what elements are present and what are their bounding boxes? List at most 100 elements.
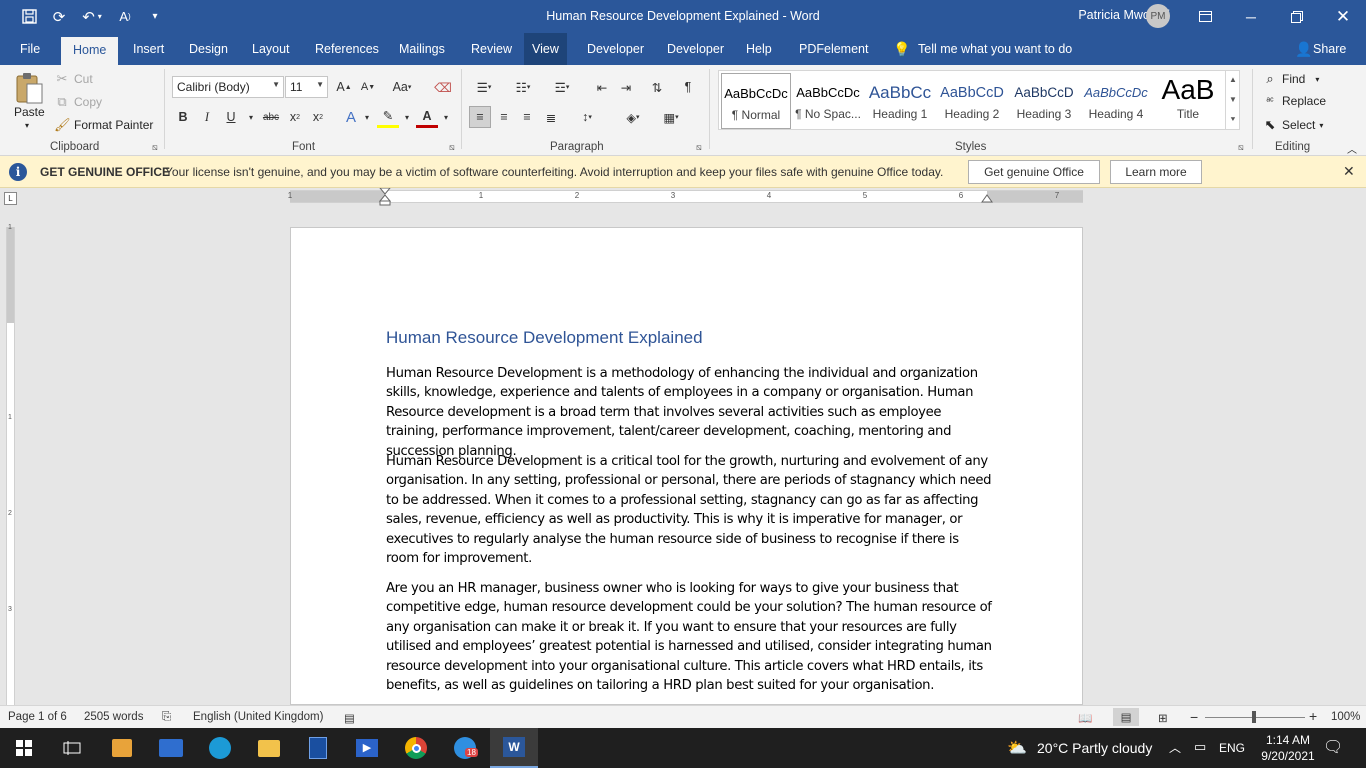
app-with-badge-icon[interactable]: 18 xyxy=(441,728,489,768)
macro-record-icon[interactable]: ▤ xyxy=(344,711,355,725)
styles-gallery-scroll[interactable]: ▲ ▼ ⯆ xyxy=(1225,70,1240,130)
strikethrough-icon[interactable]: abc xyxy=(260,106,282,128)
tab-home[interactable]: Home xyxy=(61,37,119,65)
italic-icon[interactable]: I xyxy=(196,106,218,128)
numbering-icon[interactable]: ☷ ▾ xyxy=(508,76,538,98)
clock-time[interactable]: 1:14 AM xyxy=(1260,733,1316,747)
tab-mailings[interactable]: Mailings xyxy=(397,33,447,65)
find-button[interactable]: ⌕ Find ▾ xyxy=(1262,71,1319,87)
decrease-indent-icon[interactable]: ⇤ xyxy=(591,76,613,98)
tab-view[interactable]: View xyxy=(524,33,567,65)
tell-me-search[interactable]: Tell me what you want to do xyxy=(916,33,1074,65)
chevron-down-icon[interactable]: ▾ xyxy=(396,106,418,128)
font-launcher-icon[interactable]: ⧅ xyxy=(449,142,455,153)
subscript-icon[interactable]: x2 xyxy=(284,106,306,128)
autosave-refresh-icon[interactable]: ⟳ xyxy=(44,0,74,33)
right-indent-marker-icon[interactable] xyxy=(981,194,993,203)
customize-toolbar-icon[interactable]: ▾ xyxy=(140,0,170,33)
select-button[interactable]: ⬉ Select ▾ xyxy=(1262,117,1324,133)
notifications-icon[interactable]: 🗨 xyxy=(1323,737,1343,757)
tab-insert[interactable]: Insert xyxy=(131,33,166,65)
underline-icon[interactable]: U xyxy=(220,106,242,128)
tab-references[interactable]: References xyxy=(313,33,381,65)
proofing-icon[interactable]: ⎘ xyxy=(162,711,171,724)
shading-icon[interactable]: ◈ ▾ xyxy=(618,106,648,128)
increase-indent-icon[interactable]: ⇥ xyxy=(615,76,637,98)
tab-review[interactable]: Review xyxy=(469,33,514,65)
tab-file[interactable]: File xyxy=(18,33,42,65)
chevron-down-icon[interactable]: ▾ xyxy=(356,106,378,128)
chevron-up-icon[interactable]: ︿ xyxy=(1169,739,1181,756)
underline-dropdown-icon[interactable]: ▾ xyxy=(240,106,262,128)
style-title[interactable]: AaB Title xyxy=(1153,73,1223,129)
tab-selector[interactable]: L xyxy=(4,192,17,205)
weather-icon[interactable]: ⛅ xyxy=(1003,728,1031,768)
paragraph[interactable]: Are you an HR manager, business owner wh… xyxy=(386,579,992,695)
zoom-slider-thumb[interactable] xyxy=(1252,711,1256,723)
replace-button[interactable]: ᵃᶜ Replace xyxy=(1262,94,1326,108)
change-case-icon[interactable]: Aa ▾ xyxy=(387,76,417,98)
language-status[interactable]: English (United Kingdom) xyxy=(193,711,323,723)
tab-developer[interactable]: Developer xyxy=(585,33,646,65)
style-heading-1[interactable]: AaBbCc Heading 1 xyxy=(865,73,935,129)
zoom-in-button[interactable]: + xyxy=(1309,708,1317,724)
font-size-combo[interactable]: 11 ▼ xyxy=(285,76,328,98)
sort-icon[interactable]: ⇅ xyxy=(646,76,668,98)
paste-icon[interactable] xyxy=(14,71,46,105)
format-painter-button[interactable]: 🖌 Format Painter xyxy=(54,117,153,133)
justify-icon[interactable]: ≣ xyxy=(540,106,562,128)
weather-text[interactable]: 20°C Partly cloudy xyxy=(1037,740,1152,756)
collapse-ribbon-icon[interactable]: ︿ xyxy=(1347,141,1357,156)
scroll-down-icon[interactable]: ▼ xyxy=(1229,95,1237,104)
align-center-icon[interactable]: ≡ xyxy=(493,106,515,128)
word-icon[interactable]: W xyxy=(490,728,538,768)
tab-pdfelement[interactable]: PDFelement xyxy=(797,33,870,65)
chrome-icon[interactable] xyxy=(392,728,440,768)
cut-button[interactable]: ✂ Cut xyxy=(54,71,93,87)
ribbon-display-options-icon[interactable] xyxy=(1182,0,1228,33)
task-view-icon[interactable] xyxy=(48,728,96,768)
document-page[interactable]: Human Resource Development Explained Hum… xyxy=(290,227,1083,705)
windows-start-icon[interactable] xyxy=(0,728,48,768)
show-formatting-marks-icon[interactable]: ¶ xyxy=(677,76,699,98)
style-heading-3[interactable]: AaBbCcD Heading 3 xyxy=(1009,73,1079,129)
clipboard-launcher-icon[interactable]: ⧅ xyxy=(152,142,158,153)
borders-icon[interactable]: ▦ ▾ xyxy=(656,106,686,128)
copy-button[interactable]: ⧉ Copy xyxy=(54,94,102,110)
scroll-up-icon[interactable]: ▲ xyxy=(1229,75,1237,84)
align-right-icon[interactable]: ≡ xyxy=(516,106,538,128)
tab-help[interactable]: Help xyxy=(744,33,774,65)
paragraph-launcher-icon[interactable]: ⧅ xyxy=(696,142,702,153)
tab-design[interactable]: Design xyxy=(187,33,230,65)
edge-icon[interactable] xyxy=(196,728,244,768)
page-count[interactable]: Page 1 of 6 xyxy=(8,711,67,723)
file-explorer-icon[interactable] xyxy=(245,728,293,768)
style-heading-2[interactable]: AaBbCcD Heading 2 xyxy=(937,73,1007,129)
web-layout-icon[interactable]: ⊞ xyxy=(1158,711,1168,725)
horizontal-ruler[interactable]: 1 1 2 3 4 5 6 7 xyxy=(288,188,1083,206)
paragraph[interactable]: Human Resource Development is a methodol… xyxy=(386,364,992,461)
multilevel-list-icon[interactable]: ☲ ▾ xyxy=(547,76,577,98)
font-name-combo[interactable]: Calibri (Body) ▼ xyxy=(172,76,284,98)
paste-dropdown-icon[interactable]: ▾ xyxy=(25,121,29,130)
paste-button[interactable]: Paste xyxy=(14,105,45,119)
line-spacing-icon[interactable]: ↕ ▾ xyxy=(572,106,602,128)
close-icon[interactable]: ✕ xyxy=(1343,163,1355,180)
clock-date[interactable]: 9/20/2021 xyxy=(1252,749,1324,763)
network-icon[interactable]: ▭ xyxy=(1194,739,1206,755)
restore-icon[interactable] xyxy=(1274,0,1320,33)
clear-formatting-icon[interactable]: ⌫ xyxy=(432,76,454,98)
align-left-icon[interactable]: ≡ xyxy=(469,106,491,128)
share-button[interactable]: Share xyxy=(1311,33,1348,65)
avatar[interactable]: PM xyxy=(1146,4,1170,28)
tab-layout[interactable]: Layout xyxy=(250,33,292,65)
read-mode-icon[interactable]: 📖 xyxy=(1078,711,1092,725)
style-heading-4[interactable]: AaBbCcDc Heading 4 xyxy=(1081,73,1151,129)
save-icon[interactable] xyxy=(14,0,44,33)
minimize-icon[interactable]: ─ xyxy=(1228,0,1274,33)
grow-font-icon[interactable]: A ▲ xyxy=(333,76,355,98)
read-aloud-icon[interactable]: A) xyxy=(110,0,140,33)
vertical-ruler[interactable]: 1 1 2 3 xyxy=(6,224,15,705)
chevron-down-icon[interactable]: ▾ xyxy=(435,106,457,128)
document-title[interactable]: Human Resource Development Explained xyxy=(386,328,703,348)
